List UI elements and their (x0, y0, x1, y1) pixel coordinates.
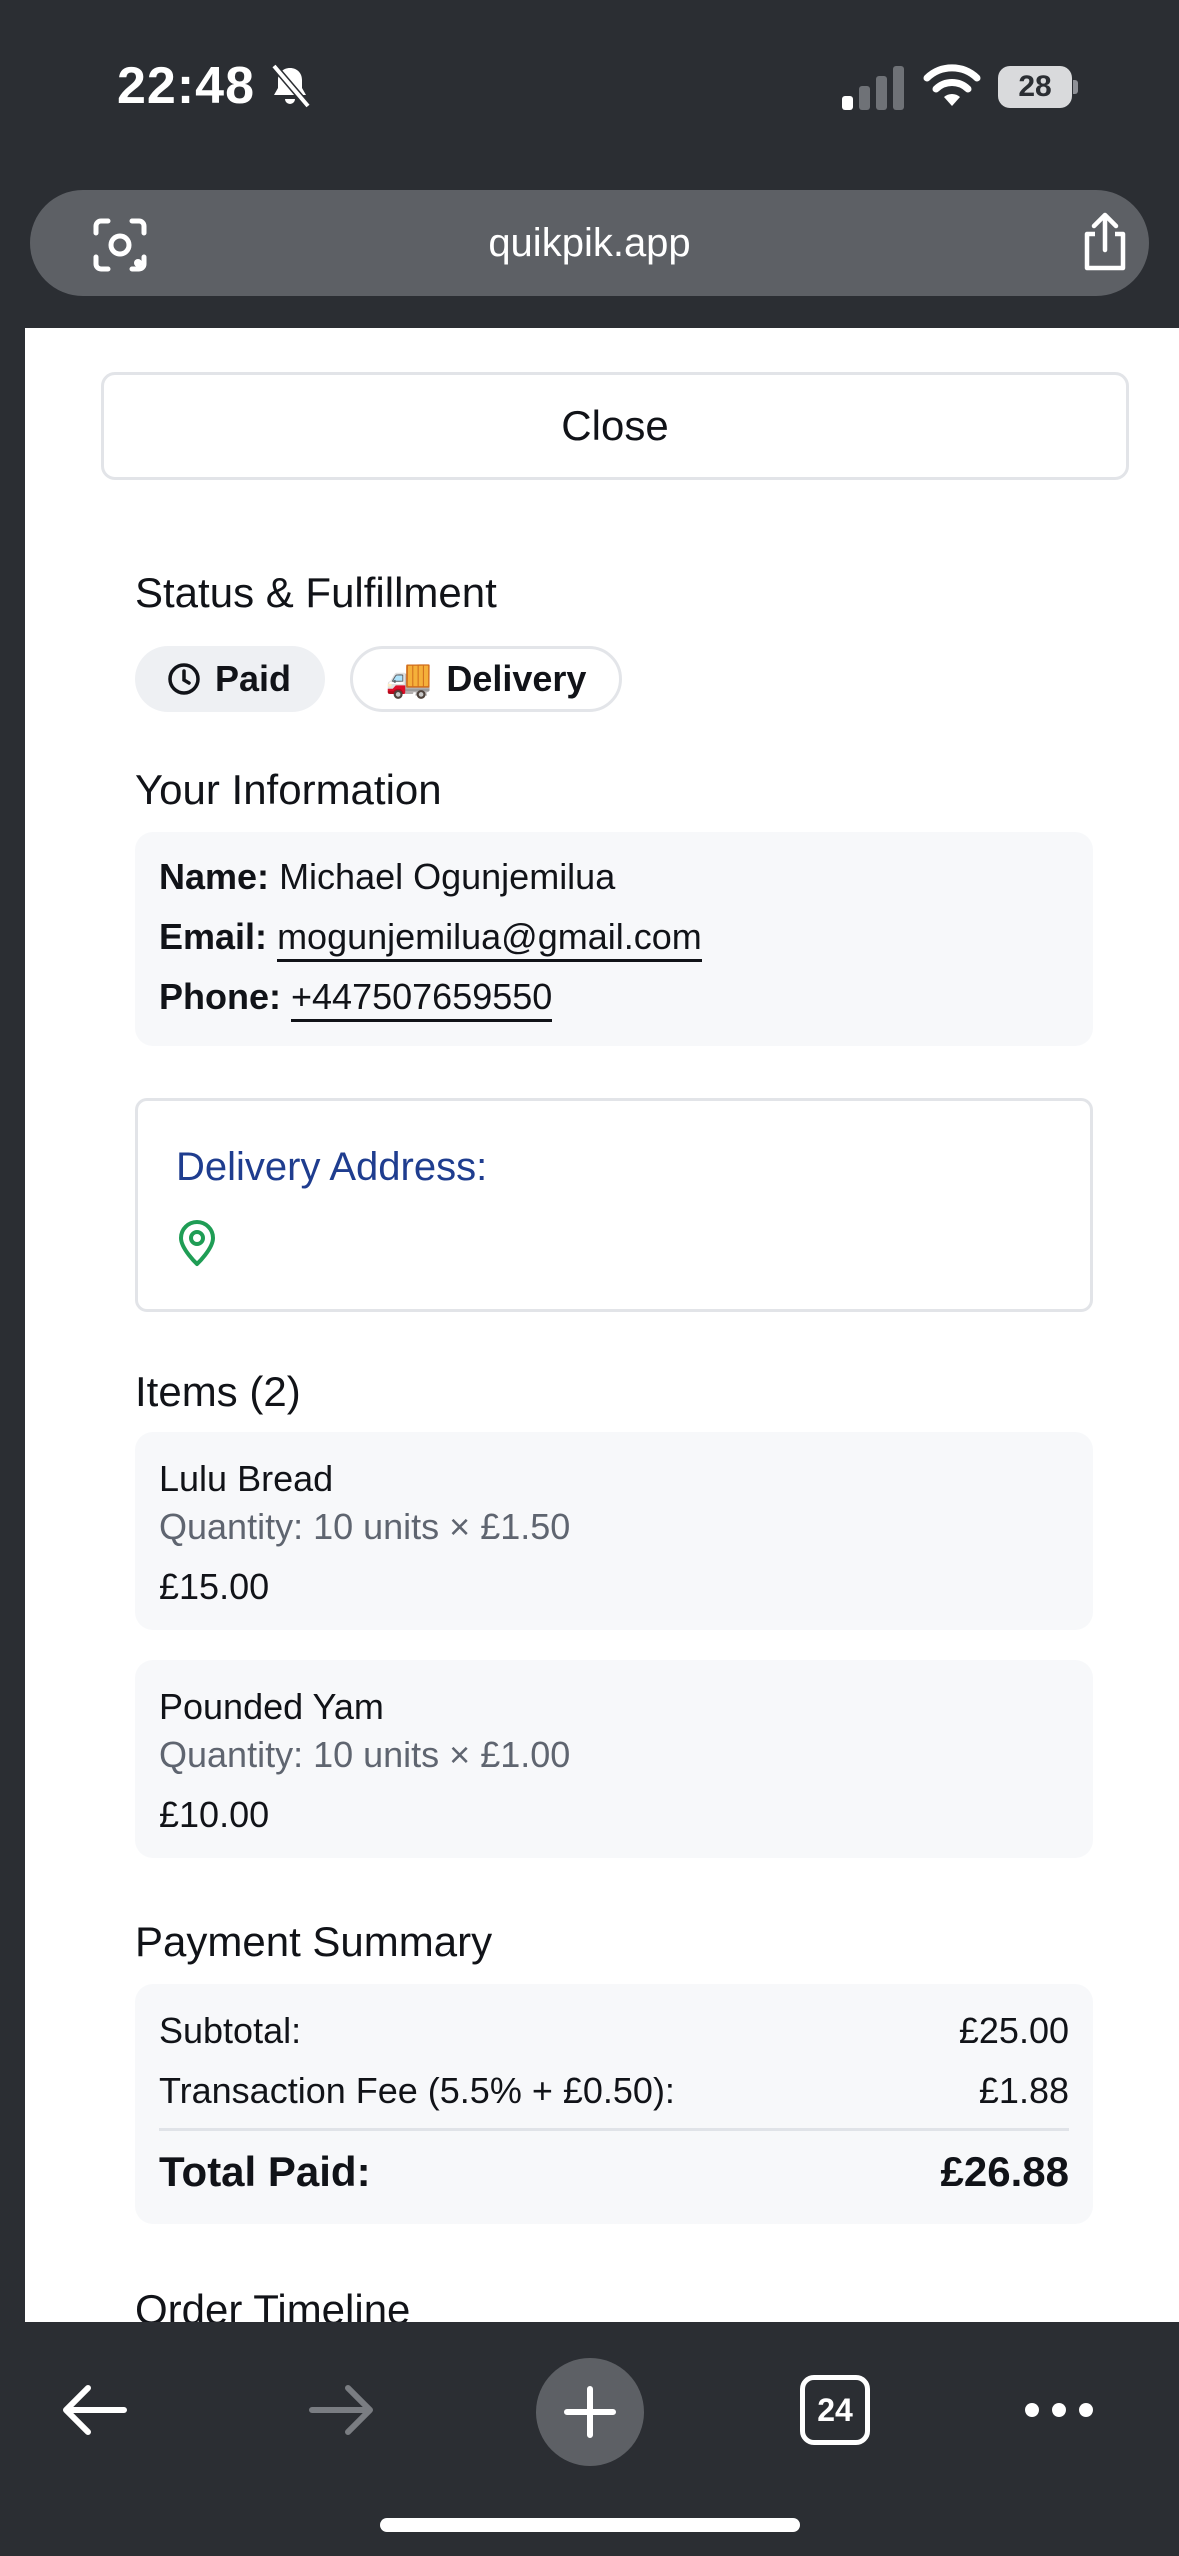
order-timeline-heading: Order Timeline (135, 2286, 411, 2322)
home-indicator[interactable] (380, 2518, 800, 2532)
battery-level: 28 (998, 66, 1072, 108)
item-name: Lulu Bread (159, 1458, 334, 1499)
fulfillment-label: Delivery (446, 658, 587, 699)
payment-status-label: Paid (215, 658, 292, 699)
status-bar: 22:48 28 (0, 0, 1179, 175)
transaction-fee-row: Transaction Fee (5.5% + £0.50): £1.88 (159, 2070, 1069, 2112)
transaction-fee-label: Transaction Fee (5.5% + £0.50): (159, 2070, 675, 2111)
clock-time: 22:48 (117, 57, 255, 115)
email-link[interactable]: mogunjemilua@gmail.com (277, 916, 702, 962)
forward-arrow-icon[interactable] (306, 2380, 378, 2440)
total-row: Total Paid: £26.88 (159, 2148, 1069, 2196)
item-card: Pounded Yam Quantity: 10 units × £1.00 £… (135, 1660, 1093, 1858)
item-name: Pounded Yam (159, 1686, 384, 1727)
url-text[interactable]: quikpik.app (30, 190, 1149, 296)
clock-icon (168, 663, 200, 695)
item-price: £15.00 (159, 1566, 270, 1607)
summary-divider (159, 2128, 1069, 2131)
subtotal-label: Subtotal: (159, 2010, 302, 2051)
browser-toolbar: 24 (0, 2322, 1179, 2556)
your-information-heading: Your Information (135, 766, 442, 813)
item-quantity: Quantity: 10 units × £1.00 (159, 1734, 571, 1775)
status-heading: Status & Fulfillment (135, 569, 497, 616)
name-label: Name: (159, 856, 270, 897)
delivery-address-title: Delivery Address: (176, 1145, 488, 1189)
phone-label: Phone: (159, 976, 281, 1017)
transaction-fee-value: £1.88 (978, 2070, 1069, 2111)
payment-status-badge: Paid (135, 646, 325, 712)
map-pin-icon (179, 1220, 215, 1266)
payment-summary-panel: Subtotal: £25.00 Transaction Fee (5.5% +… (135, 1984, 1093, 2224)
total-label: Total Paid: (159, 2148, 371, 2195)
total-value: £26.88 (940, 2148, 1069, 2195)
item-price: £10.00 (159, 1794, 270, 1835)
share-icon[interactable] (1078, 212, 1132, 272)
customer-name: Michael Ogunjemilua (279, 856, 616, 897)
item-quantity: Quantity: 10 units × £1.50 (159, 1506, 571, 1547)
items-heading: Items (2) (135, 1368, 301, 1415)
plus-icon (564, 2386, 616, 2438)
delivery-address-card: Delivery Address: (135, 1098, 1093, 1312)
cellular-signal-icon (842, 66, 904, 110)
address-bar[interactable]: quikpik.app (30, 190, 1149, 296)
delivery-truck-icon: 🚚 (385, 658, 433, 700)
email-label: Email: (159, 916, 268, 957)
close-button[interactable]: Close (101, 372, 1129, 480)
back-arrow-icon[interactable] (58, 2380, 130, 2440)
fulfillment-badge: 🚚 Delivery (350, 646, 622, 712)
email-row: Email: mogunjemilua@gmail.com (159, 916, 702, 962)
wifi-icon (923, 64, 981, 106)
battery-indicator: 28 (998, 66, 1078, 108)
subtotal-row: Subtotal: £25.00 (159, 2010, 1069, 2052)
subtotal-value: £25.00 (958, 2010, 1069, 2051)
bell-muted-icon (271, 63, 311, 109)
payment-summary-heading: Payment Summary (135, 1918, 493, 1965)
new-tab-button[interactable] (536, 2358, 644, 2466)
more-options-icon[interactable] (1022, 2392, 1096, 2428)
item-card: Lulu Bread Quantity: 10 units × £1.50 £1… (135, 1432, 1093, 1630)
phone-link[interactable]: +447507659550 (291, 976, 553, 1022)
web-content: Close Status & Fulfillment Paid 🚚 Delive… (0, 328, 1179, 2322)
name-row: Name: Michael Ogunjemilua (159, 856, 615, 898)
order-details-sheet: Close Status & Fulfillment Paid 🚚 Delive… (25, 328, 1179, 2322)
phone-row: Phone: +447507659550 (159, 976, 553, 1022)
tab-switcher-button[interactable]: 24 (800, 2375, 870, 2445)
customer-info-panel: Name: Michael Ogunjemilua Email: mogunje… (135, 832, 1093, 1046)
